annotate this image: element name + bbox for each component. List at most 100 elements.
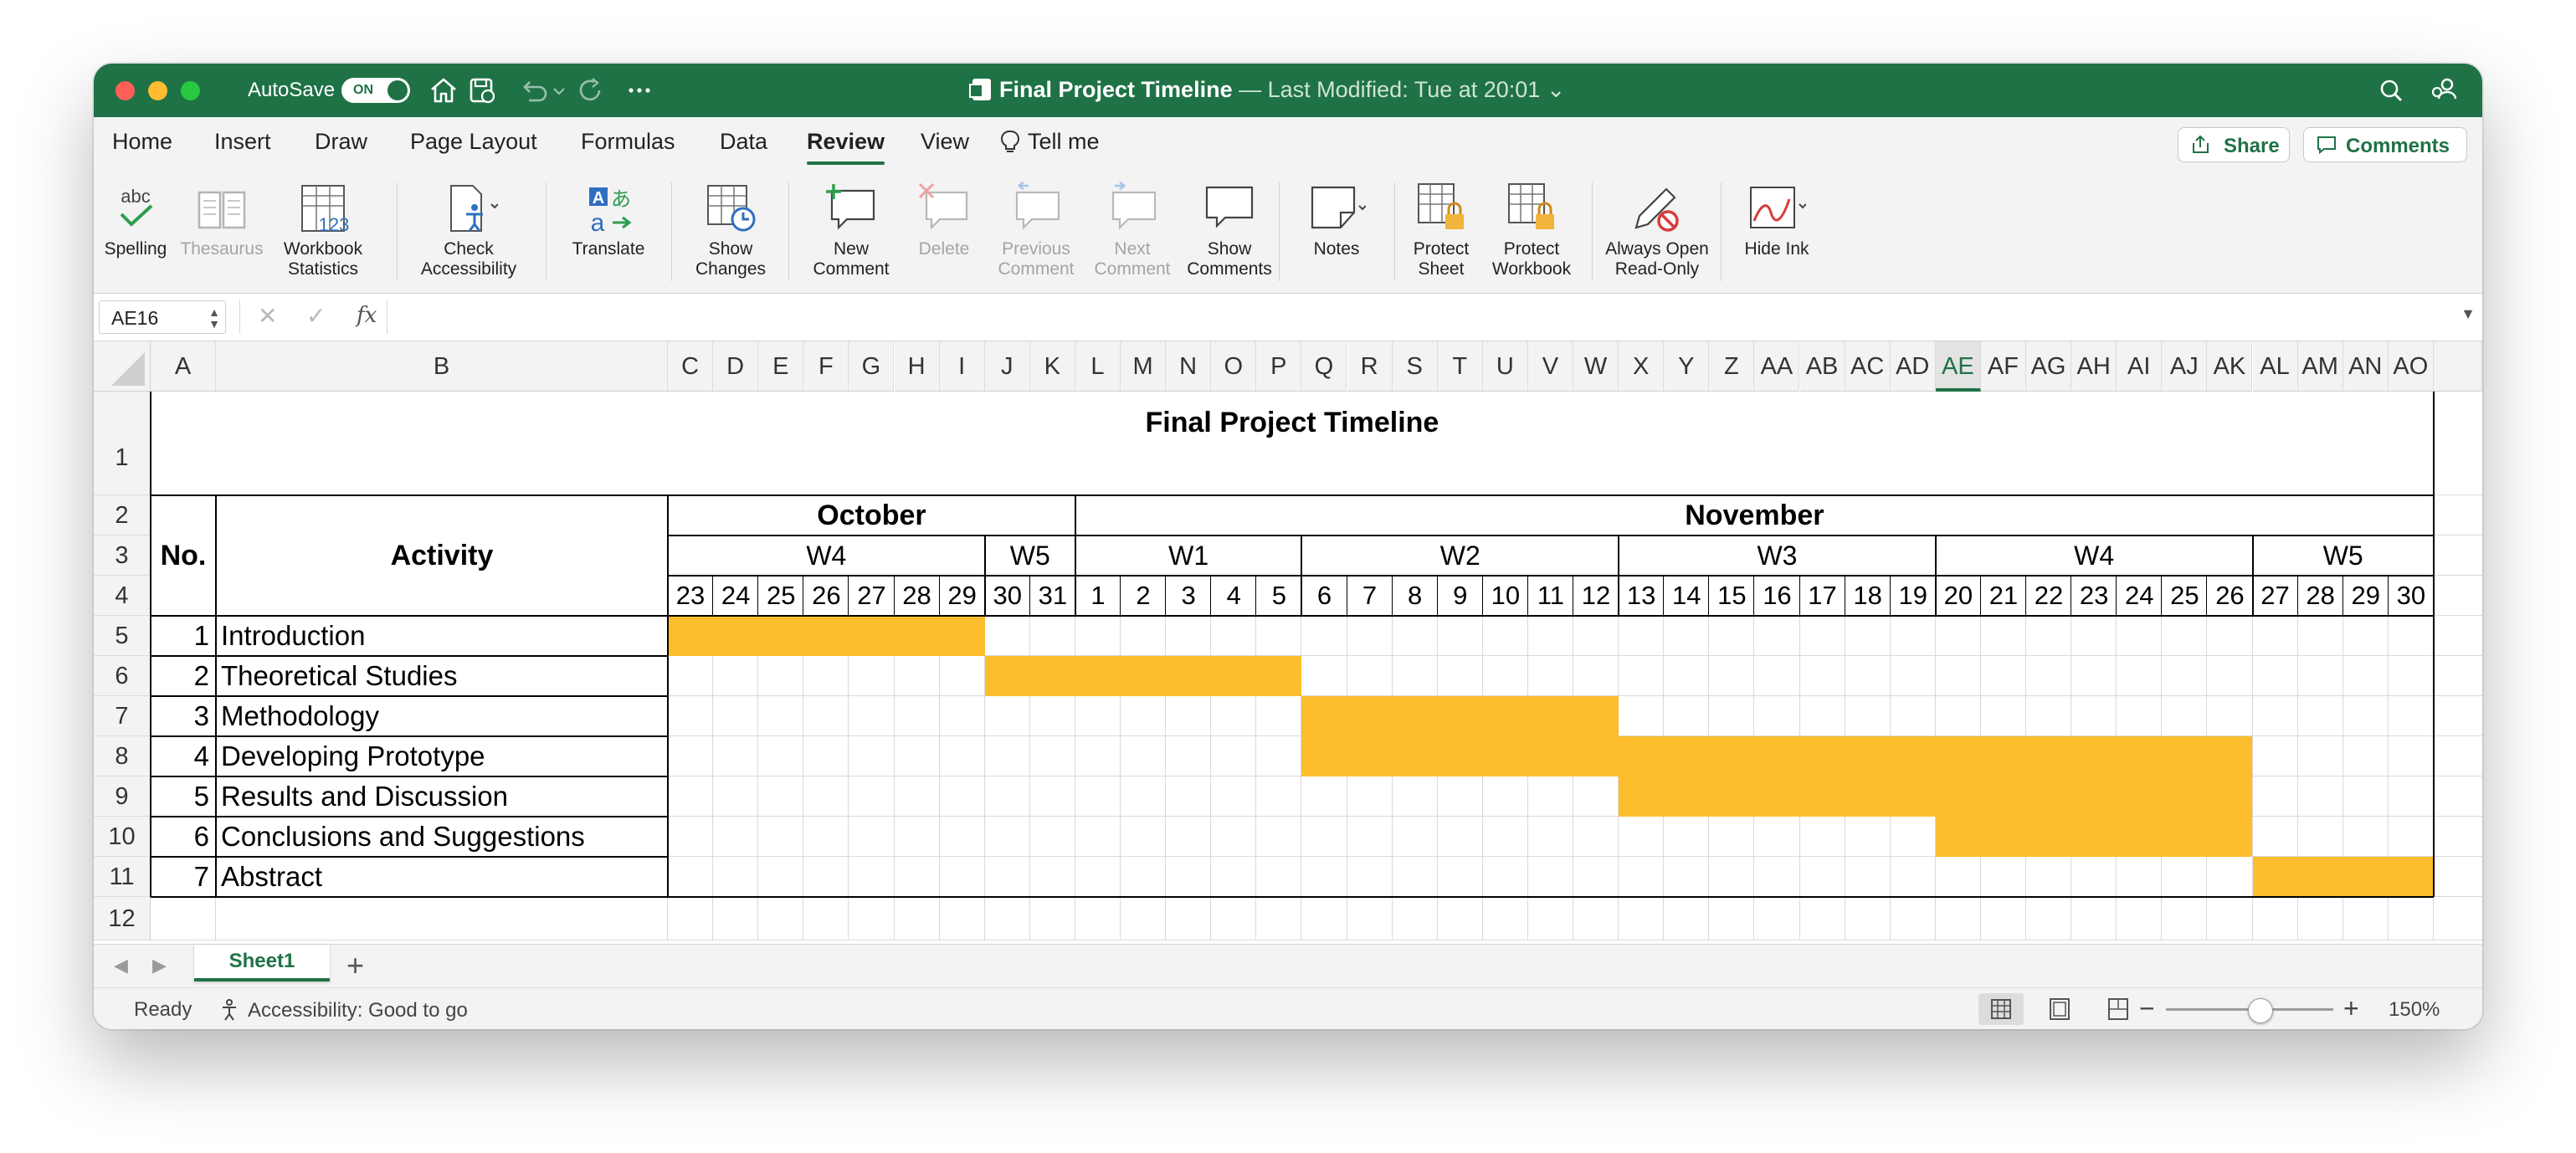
- day-header[interactable]: 19: [1891, 576, 1936, 616]
- day-header[interactable]: 1: [1075, 576, 1121, 616]
- day-header[interactable]: 27: [2253, 576, 2298, 616]
- activity-number[interactable]: 1: [151, 616, 209, 656]
- page-break-view-icon[interactable]: [2096, 993, 2141, 1025]
- new-comment-button[interactable]: New Comment: [798, 171, 904, 293]
- undo-icon[interactable]: [517, 75, 551, 105]
- add-sheet-button[interactable]: +: [346, 948, 364, 983]
- activity-name[interactable]: Abstract: [221, 857, 668, 897]
- activity-number[interactable]: 7: [151, 857, 209, 897]
- day-header[interactable]: 30: [2389, 576, 2434, 616]
- zoom-level[interactable]: 150%: [2389, 998, 2440, 1022]
- activity-number[interactable]: 4: [151, 736, 209, 776]
- column-header-j[interactable]: J: [984, 341, 1030, 392]
- week-header[interactable]: W2: [1301, 536, 1619, 576]
- activity-number[interactable]: 5: [151, 776, 209, 817]
- activity-number[interactable]: 3: [151, 696, 209, 736]
- autosave-toggle[interactable]: ON: [341, 78, 410, 103]
- column-header-s[interactable]: S: [1392, 341, 1438, 392]
- home-icon[interactable]: [427, 75, 460, 105]
- protect-sheet-button[interactable]: Protect Sheet: [1401, 171, 1481, 293]
- search-icon[interactable]: [2375, 75, 2409, 105]
- previous-sheet-icon[interactable]: ◀: [114, 955, 128, 976]
- activity-name[interactable]: Introduction: [221, 616, 668, 656]
- worksheet-grid[interactable]: A B C D E F G H I J K L M N O P Q R S T U V W X Y Z AA AB AC AD AE AF AG…: [94, 341, 2482, 944]
- day-header[interactable]: 17: [1800, 576, 1845, 616]
- activity-name[interactable]: Theoretical Studies: [221, 656, 668, 696]
- column-header-ai[interactable]: AI: [2117, 341, 2163, 392]
- day-header[interactable]: 29: [940, 576, 985, 616]
- row-header-4[interactable]: 4: [94, 576, 151, 616]
- day-header[interactable]: 9: [1438, 576, 1483, 616]
- row-header-10[interactable]: 10: [94, 817, 151, 857]
- day-header[interactable]: 12: [1573, 576, 1619, 616]
- day-header[interactable]: 15: [1709, 576, 1754, 616]
- day-header[interactable]: 27: [849, 576, 894, 616]
- activity-number[interactable]: 2: [151, 656, 209, 696]
- day-header[interactable]: 28: [895, 576, 940, 616]
- hide-ink-button[interactable]: Hide Ink: [1731, 171, 1823, 293]
- day-header[interactable]: 10: [1483, 576, 1528, 616]
- column-header-r[interactable]: R: [1347, 341, 1393, 392]
- column-header-z[interactable]: Z: [1709, 341, 1755, 392]
- zoom-window-button[interactable]: [181, 81, 200, 100]
- more-icon[interactable]: [623, 75, 656, 105]
- column-header-f[interactable]: F: [803, 341, 849, 392]
- column-header-k[interactable]: K: [1029, 341, 1075, 392]
- column-header-x[interactable]: X: [1619, 341, 1665, 392]
- share-people-icon[interactable]: [2427, 75, 2461, 105]
- header-no[interactable]: No.: [151, 495, 216, 616]
- show-comments-button[interactable]: Show Comments: [1177, 171, 1282, 293]
- row-header-12[interactable]: 12: [94, 897, 151, 940]
- column-header-ag[interactable]: AG: [2026, 341, 2072, 392]
- zoom-slider-handle[interactable]: [2248, 998, 2273, 1023]
- column-header-t[interactable]: T: [1437, 341, 1483, 392]
- column-header-al[interactable]: AL: [2252, 341, 2298, 392]
- column-header-ad[interactable]: AD: [1890, 341, 1936, 392]
- month-header-november[interactable]: November: [1075, 495, 2434, 536]
- row-header-5[interactable]: 5: [94, 616, 151, 656]
- activity-name[interactable]: Methodology: [221, 696, 668, 736]
- column-header-am[interactable]: AM: [2297, 341, 2343, 392]
- column-header-y[interactable]: Y: [1664, 341, 1710, 392]
- sheet-title[interactable]: Final Project Timeline: [151, 392, 2434, 454]
- translate-button[interactable]: Aaあ Translate: [557, 171, 659, 293]
- row-header-9[interactable]: 9: [94, 776, 151, 817]
- zoom-out-button[interactable]: −: [2139, 993, 2155, 1024]
- tab-draw[interactable]: Draw: [315, 129, 367, 155]
- zoom-in-button[interactable]: +: [2343, 993, 2359, 1024]
- day-header[interactable]: 7: [1347, 576, 1393, 616]
- day-header[interactable]: 3: [1166, 576, 1211, 616]
- day-header[interactable]: 23: [668, 576, 713, 616]
- normal-view-icon[interactable]: [1978, 993, 2024, 1025]
- column-header-b[interactable]: B: [216, 341, 668, 392]
- column-header-e[interactable]: E: [758, 341, 804, 392]
- column-header-i[interactable]: I: [939, 341, 985, 392]
- column-header-l[interactable]: L: [1075, 341, 1121, 392]
- day-header[interactable]: 5: [1256, 576, 1301, 616]
- tell-me-search[interactable]: Tell me: [999, 129, 1100, 155]
- tab-home[interactable]: Home: [112, 129, 172, 155]
- day-header[interactable]: 4: [1211, 576, 1256, 616]
- column-header-p[interactable]: P: [1256, 341, 1302, 392]
- cancel-entry-icon[interactable]: ✕: [258, 302, 277, 330]
- page-layout-view-icon[interactable]: [2037, 993, 2082, 1025]
- day-header[interactable]: 8: [1393, 576, 1438, 616]
- save-icon[interactable]: [465, 75, 499, 105]
- column-header-af[interactable]: AF: [1980, 341, 2026, 392]
- select-all-button[interactable]: [94, 341, 151, 392]
- row-header-7[interactable]: 7: [94, 696, 151, 736]
- row-header-8[interactable]: 8: [94, 736, 151, 776]
- day-header[interactable]: 18: [1845, 576, 1891, 616]
- day-header[interactable]: 6: [1301, 576, 1347, 616]
- accessibility-status[interactable]: Accessibility: Good to go: [219, 998, 468, 1022]
- week-header[interactable]: W5: [2253, 536, 2434, 576]
- column-header-a[interactable]: A: [151, 341, 216, 392]
- close-window-button[interactable]: [115, 81, 135, 100]
- tab-formulas[interactable]: Formulas: [581, 129, 675, 155]
- day-header[interactable]: 31: [1030, 576, 1075, 616]
- column-header-aj[interactable]: AJ: [2162, 341, 2208, 392]
- show-changes-button[interactable]: Show Changes: [685, 171, 777, 293]
- day-header[interactable]: 11: [1528, 576, 1573, 616]
- name-box-stepper-icon[interactable]: ▲ ▼: [208, 306, 220, 330]
- insert-function-icon[interactable]: fx: [357, 303, 377, 328]
